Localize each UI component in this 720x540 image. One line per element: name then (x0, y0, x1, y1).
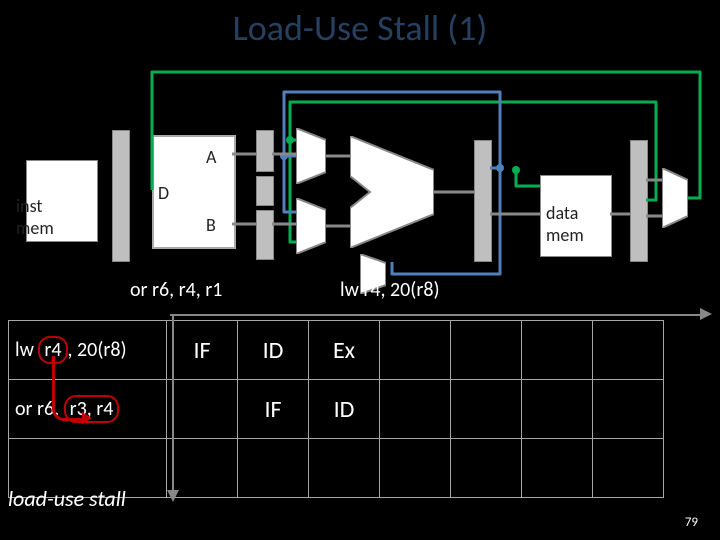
stage-annotation-ex: lw r4, 20(r8) (340, 278, 440, 302)
load-use-stall-label: load-use stall (8, 485, 126, 512)
stage-cell (451, 321, 522, 380)
time-axis (170, 314, 700, 316)
stage-cell: ID (309, 380, 380, 439)
dependency-arrowhead (82, 412, 92, 424)
stage-cell (522, 321, 593, 380)
stage-annotation-id: or r6, r4, r1 (130, 278, 222, 302)
stage-cell (451, 380, 522, 439)
stage-cell: Ex (309, 321, 380, 380)
stage-cell (593, 380, 664, 439)
stage-cell: IF (238, 380, 309, 439)
instruction-label: lw r4, 20(r8) (9, 321, 167, 380)
pipeline-timing-table: lw r4, 20(r8)IFIDExor r6, r3, r4IFID (8, 320, 664, 498)
datapath-wires (0, 0, 720, 320)
stage-cell (522, 380, 593, 439)
instruction-label: or r6, r3, r4 (9, 380, 167, 439)
stage-cell (380, 321, 451, 380)
dependency-arc (52, 356, 85, 421)
time-axis-arrowhead (700, 308, 712, 320)
stage-cell (380, 380, 451, 439)
stage-cell: ID (238, 321, 309, 380)
stage-cell (593, 321, 664, 380)
time-axis-down (166, 314, 180, 504)
page-number: 79 (685, 515, 698, 530)
